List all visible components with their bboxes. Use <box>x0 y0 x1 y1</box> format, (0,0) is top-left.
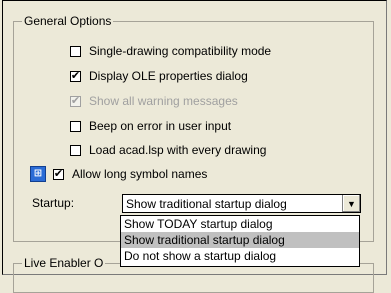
display-ole-checkbox[interactable]: ✔ <box>70 70 81 82</box>
single-drawing-compat-checkbox[interactable] <box>70 45 81 57</box>
startup-select-value: Show traditional startup dialog <box>126 196 287 211</box>
startup-option-today[interactable]: Show TODAY startup dialog <box>121 216 359 232</box>
live-enabler-title: Live Enabler O <box>22 256 106 270</box>
load-acad-lsp-label: Load acad.lsp with every drawing <box>89 143 267 157</box>
beep-on-error-label: Beep on error in user input <box>89 119 232 133</box>
single-drawing-compat-label: Single-drawing compatibility mode <box>89 44 272 58</box>
load-acad-lsp-option[interactable]: Load acad.lsp with every drawing <box>70 142 266 158</box>
display-ole-label: Display OLE properties dialog <box>89 69 248 83</box>
general-options-title: General Options <box>22 14 114 28</box>
show-warnings-checkbox: ✔ <box>70 94 81 107</box>
load-acad-lsp-checkbox[interactable] <box>70 144 81 156</box>
long-symbol-names-checkbox[interactable]: ✔ <box>53 168 64 180</box>
long-symbol-names-option[interactable]: ✔ Allow long symbol names <box>53 166 207 182</box>
startup-options-list[interactable]: Show TODAY startup dialog Show tradition… <box>120 215 360 267</box>
startup-option-traditional[interactable]: Show traditional startup dialog <box>121 232 359 248</box>
startup-option-none[interactable]: Do not show a startup dialog <box>121 248 359 264</box>
show-warnings-option: ✔ Show all warning messages <box>70 93 238 109</box>
long-symbol-names-label: Allow long symbol names <box>72 167 208 181</box>
beep-on-error-option[interactable]: Beep on error in user input <box>70 118 231 134</box>
show-warnings-label: Show all warning messages <box>89 94 238 108</box>
startup-label: Startup: <box>32 196 75 210</box>
startup-select[interactable]: Show traditional startup dialog ▼ <box>122 194 361 213</box>
single-drawing-compat-option[interactable]: Single-drawing compatibility mode <box>70 43 271 59</box>
options-panel: General Options Single-drawing compatibi… <box>2 0 387 293</box>
dropdown-arrow-icon[interactable]: ▼ <box>342 195 360 212</box>
display-ole-option[interactable]: ✔ Display OLE properties dialog <box>70 68 248 84</box>
beep-on-error-checkbox[interactable] <box>70 120 81 132</box>
live-enabler-group: Live Enabler O <box>13 256 374 293</box>
drawing-settings-icon: ⊞ <box>30 166 46 182</box>
